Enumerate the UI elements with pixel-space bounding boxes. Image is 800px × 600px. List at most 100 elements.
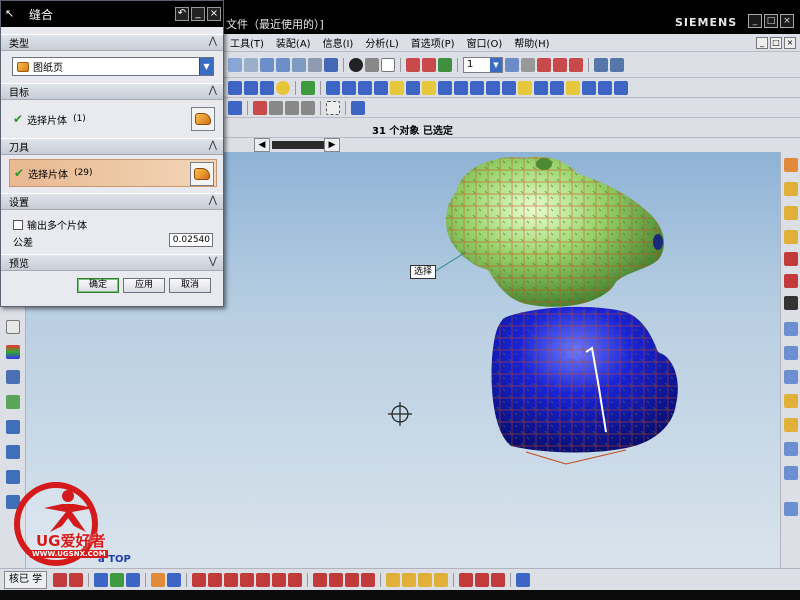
thicken-icon[interactable] (614, 80, 628, 95)
point-set-icon[interactable] (94, 572, 109, 587)
transform-icon[interactable] (553, 57, 567, 72)
zoom-icon[interactable] (260, 57, 274, 72)
blue-sheet-body[interactable] (491, 306, 678, 465)
select-body-icon[interactable] (285, 100, 299, 115)
snap-end-icon[interactable] (288, 572, 303, 587)
law-icon[interactable] (784, 442, 798, 456)
menu-tools[interactable]: 工具(T) (224, 35, 270, 50)
layer-settings-icon[interactable] (505, 57, 519, 72)
select-box-icon[interactable] (326, 100, 340, 115)
apply-button[interactable]: 应用 (123, 278, 165, 293)
menu-assembly[interactable]: 装配(A) (270, 35, 317, 50)
section-settings-header[interactable]: 设置 ⋀ (1, 193, 223, 210)
edit-surface-icon[interactable] (459, 572, 474, 587)
snap-point-icon[interactable] (253, 100, 267, 115)
patch-icon[interactable] (784, 502, 798, 516)
scroll-right-button[interactable]: ▶ (324, 138, 340, 152)
split-body-icon[interactable] (566, 80, 580, 95)
target-pick-button[interactable] (191, 107, 215, 131)
menu-preferences[interactable]: 首选项(P) (405, 35, 461, 50)
curve-icon[interactable] (784, 252, 798, 266)
n-sided-icon[interactable] (784, 466, 798, 480)
hole-icon[interactable] (374, 80, 388, 95)
cross-icon[interactable] (272, 572, 287, 587)
output-multiple-checkbox[interactable] (13, 219, 23, 230)
minimize-button[interactable]: _ (748, 14, 762, 28)
rotate-view-icon[interactable] (151, 572, 166, 587)
match-edge-icon[interactable] (491, 572, 506, 587)
menu-information[interactable]: 信息(I) (317, 35, 360, 50)
output-multiple-option[interactable]: 输出多个片体 (13, 217, 87, 232)
move-icon[interactable] (537, 57, 551, 72)
cone-icon[interactable] (260, 80, 274, 95)
pad-icon[interactable] (422, 80, 436, 95)
menu-analysis[interactable]: 分析(L) (359, 35, 404, 50)
scroll-thumb[interactable] (272, 141, 328, 149)
work-layer-select[interactable]: 1 (463, 56, 503, 73)
intersect-curve-icon[interactable] (329, 572, 344, 587)
ok-button[interactable]: 确定 (77, 278, 119, 293)
point-icon[interactable] (422, 57, 436, 72)
dialog-close-button[interactable]: × (207, 7, 221, 21)
blend-icon[interactable] (502, 80, 516, 95)
x-form-icon[interactable] (475, 572, 490, 587)
tool-select-row[interactable]: ✔ 选择片体 (29) (9, 159, 217, 187)
view-orient-icon[interactable] (365, 57, 379, 72)
doc-icon[interactable] (6, 320, 20, 334)
shaded-icon[interactable] (324, 57, 338, 72)
groove-icon[interactable] (454, 80, 468, 95)
swept-icon[interactable] (784, 230, 798, 244)
extension-icon[interactable] (784, 346, 798, 360)
doc-minimize-button[interactable]: _ (756, 36, 768, 49)
feature-icon[interactable] (470, 80, 484, 95)
spline-sketch-icon[interactable] (240, 572, 255, 587)
cylinder-icon[interactable] (244, 80, 258, 95)
close-button[interactable]: × (780, 14, 794, 28)
select-all-icon[interactable] (351, 100, 365, 115)
face-icon[interactable] (784, 322, 798, 336)
menu-window[interactable]: 窗口(O) (461, 35, 509, 50)
assembly-nav-icon[interactable] (6, 395, 20, 409)
cancel-button[interactable]: 取消 (169, 278, 211, 293)
mesh-icon[interactable] (784, 206, 798, 220)
surface-icon[interactable] (784, 158, 798, 172)
wave-icon[interactable] (256, 572, 271, 587)
subtract-icon[interactable] (342, 80, 356, 95)
tool-pick-button[interactable] (190, 162, 214, 186)
trim-body-icon[interactable] (550, 80, 564, 95)
curvature-icon[interactable] (418, 572, 433, 587)
tolerance-field[interactable]: 0.02540 (169, 233, 213, 247)
scale-body-icon[interactable] (598, 80, 612, 95)
arc-sketch-icon[interactable] (208, 572, 223, 587)
tools-icon[interactable] (6, 370, 20, 384)
palette-icon[interactable] (6, 345, 20, 359)
reflection-icon[interactable] (434, 572, 449, 587)
select-edge-icon[interactable] (301, 100, 315, 115)
measure-icon[interactable] (594, 57, 608, 72)
rotate-icon[interactable] (276, 57, 290, 72)
doc-restore-button[interactable]: □ (770, 36, 782, 49)
boss-icon[interactable] (390, 80, 404, 95)
section-preview-header[interactable]: 预览 ⋁ (1, 254, 223, 271)
offset-curve-icon[interactable] (784, 296, 798, 310)
maximize-button[interactable]: □ (764, 14, 778, 28)
history-icon[interactable] (6, 445, 20, 459)
filter-icon[interactable] (438, 57, 452, 72)
chamfer-icon[interactable] (518, 80, 532, 95)
reset-button[interactable]: ↶ (175, 7, 189, 21)
sew-icon[interactable] (784, 394, 798, 408)
sphere-icon[interactable] (276, 80, 290, 95)
csys-icon[interactable] (569, 57, 583, 72)
fit-icon[interactable] (244, 57, 258, 72)
pocket-icon[interactable] (406, 80, 420, 95)
datum-icon[interactable] (126, 572, 141, 587)
pan-icon[interactable] (292, 57, 306, 72)
target-select-row[interactable]: ✔ 选择片体 (1) (9, 105, 217, 133)
doc-close-button[interactable]: × (784, 36, 796, 49)
line-icon[interactable] (53, 572, 68, 587)
grid-icon[interactable] (610, 57, 624, 72)
extract-icon[interactable] (361, 572, 376, 587)
select-face-icon[interactable] (269, 100, 283, 115)
green-sheet-body[interactable] (446, 156, 664, 307)
section-icon[interactable] (345, 572, 360, 587)
